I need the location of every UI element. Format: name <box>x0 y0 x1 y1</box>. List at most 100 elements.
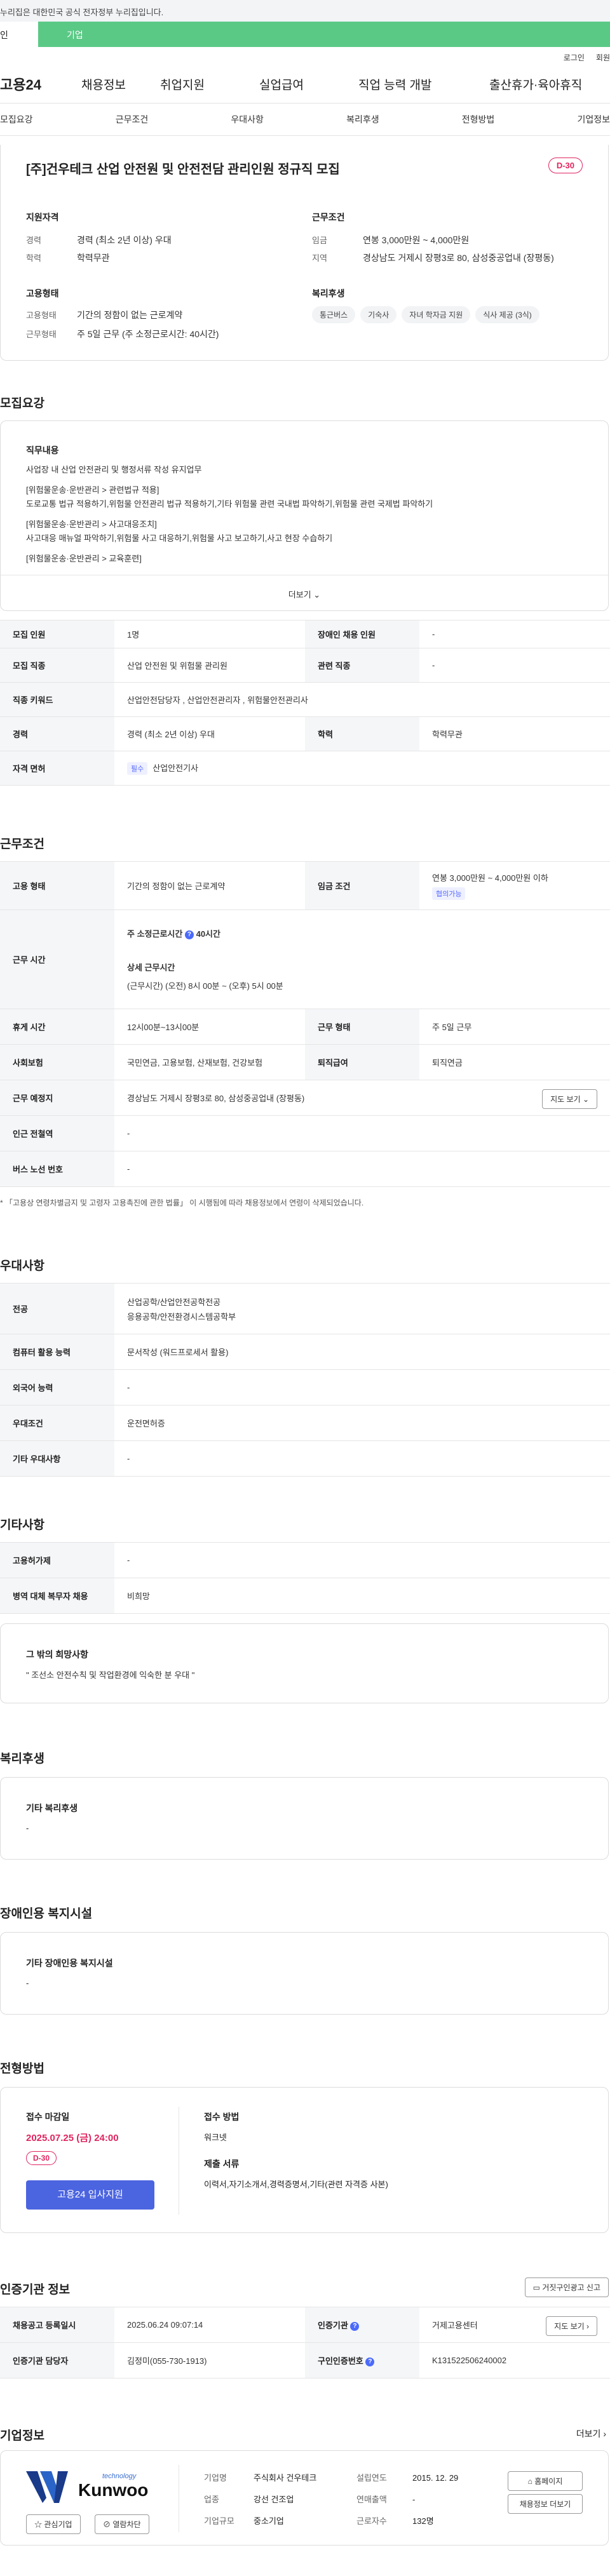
gnb-item-jobs[interactable]: 채용정보 <box>81 76 160 93</box>
tab-personal[interactable]: 인 <box>0 22 38 47</box>
company-info-col2: 설립연도 2015. 12. 29 연매출액 - 근로자수 132명 <box>356 2467 458 2532</box>
process-dday-badge: D-30 <box>26 2151 57 2165</box>
org-map-button[interactable]: 지도 보기 › <box>546 2316 597 2336</box>
global-nav: 고용24 채용정보 취업지원 실업급여 직업 능력 개발 출산휴가·육아휴직 <box>0 65 610 103</box>
login-link[interactable]: 로그인 <box>564 52 585 65</box>
block-view-button[interactable]: ⊘ 열람차단 <box>95 2514 149 2534</box>
table-cell: 산업안전담당자 , 산업안전관리자 , 위험물안전관리사 <box>114 682 610 717</box>
cert-section-title: 인증기관 정보 <box>0 2283 71 2297</box>
table-header: 퇴직급여 <box>305 1044 419 1080</box>
table-cell: 주 소정근로시간 ? 40시간 상세 근무시간 (근무시간) (오전) 8시 0… <box>114 909 610 1009</box>
desc-line: 사업장 내 산업 안전관리 및 행정서류 작성 유지업무 <box>26 465 202 474</box>
table-header: 직종 키워드 <box>0 682 114 717</box>
company-more-label: 더보기 <box>576 2429 601 2439</box>
chevron-right-icon: › <box>586 2322 589 2331</box>
report-button-label: 거짓구인광고 신고 <box>542 2283 600 2292</box>
table-cell: 2025.06.24 09:07:14 <box>114 2307 305 2343</box>
cond-label: 지역 <box>312 253 327 263</box>
table-header: 인증기관 담당자 <box>0 2342 114 2378</box>
info-value: 주식회사 건우테크 <box>254 2473 317 2483</box>
subnav-company[interactable]: 기업정보 <box>577 113 610 126</box>
desc-line: 도로교통 법규 적용하기,위험물 안전관리 법규 적용하기,기타 위험물 관련 … <box>26 499 433 509</box>
disabled-card: 기타 장애인용 복지시설 - <box>0 1932 609 2015</box>
emp-heading: 고용형태 <box>26 288 59 299</box>
table-cell: 퇴직연금 <box>419 1044 610 1080</box>
subnav-welfare[interactable]: 복리후생 <box>346 113 379 126</box>
more-toggle[interactable]: 더보기 ⌄ <box>1 575 608 610</box>
favorite-company-button[interactable]: ☆ 관심기업 <box>26 2514 81 2534</box>
site-logo[interactable]: 고용24 <box>0 74 81 94</box>
more-jobs-button[interactable]: 채용정보 더보기 <box>508 2494 583 2514</box>
report-fake-ad-button[interactable]: ▭ 거짓구인광고 신고 <box>524 2277 609 2297</box>
cert-table: 채용공고 등록일시 2025.06.24 09:07:14 인증기관 ? 거제고… <box>0 2307 610 2378</box>
section-subnav: 모집요강 근무조건 우대사항 복리후생 전형방법 기업정보 <box>0 103 610 136</box>
desc-line: [위험물운송·운반관리 > 관련법규 적용] <box>26 485 159 495</box>
table-header: 근무 시간 <box>0 909 114 1009</box>
required-tag: 필수 <box>127 762 148 775</box>
table-cell: 문서작성 (워드프로세서 활용) <box>114 1334 610 1370</box>
company-logo: technology Kunwoo <box>26 2467 153 2507</box>
table-header: 구인인증번호 ? <box>305 2342 419 2378</box>
table-cell: 국민연금, 고용보험, 산재보험, 건강보험 <box>114 1044 305 1080</box>
subnav-conditions[interactable]: 근무조건 <box>116 113 149 126</box>
table-header: 자격 면허 <box>0 751 114 786</box>
qual-value: 학력무관 <box>77 253 110 263</box>
job-title: [주]건우테크 산업 안전원 및 안전전담 관리인원 정규직 모집 <box>26 163 340 177</box>
map-button[interactable]: 지도 보기 ⌄ <box>542 1089 597 1109</box>
table-cell: 기간의 정함이 없는 근로계약 <box>114 861 305 910</box>
table-header: 컴퓨터 활용 능력 <box>0 1334 114 1370</box>
logo-text: Kunwoo <box>78 2480 149 2500</box>
table-cell: 거제고용센터 지도 보기 › <box>419 2307 610 2343</box>
org-map-label: 지도 보기 <box>554 2322 585 2331</box>
table-header: 모집 직종 <box>0 648 114 683</box>
job-description-heading: 직무내용 <box>26 445 59 455</box>
dday-badge: D-30 <box>548 158 583 173</box>
subnav-preference[interactable]: 우대사항 <box>231 113 264 126</box>
company-more-link[interactable]: 더보기 › <box>576 2427 606 2440</box>
gnb-item-unemployment[interactable]: 실업급여 <box>259 76 358 93</box>
table-cell: - <box>114 1115 610 1151</box>
table-cell: - <box>114 1542 610 1578</box>
subnav-process[interactable]: 전형방법 <box>462 113 495 126</box>
join-link[interactable]: 회원 <box>596 52 610 65</box>
gnb-item-employment-support[interactable]: 취업지원 <box>160 76 259 93</box>
welfare-card: 기타 복리후생 - <box>0 1777 609 1860</box>
table-header: 채용공고 등록일시 <box>0 2307 114 2343</box>
welfare-chip: 기숙사 <box>360 306 397 323</box>
other-request-card: 그 밖의 희망사항 " 조선소 안전수칙 및 작업환경에 익숙한 분 우대 " <box>0 1623 609 1703</box>
gnb-item-training[interactable]: 직업 능력 개발 <box>358 76 489 93</box>
desc-line: 사고대응 매뉴얼 파악하기,위험물 사고 대응하기,위험물 사고 보고하기,사고… <box>26 533 333 543</box>
cond-list: 임금 연봉 3,000만원 ~ 4,000만원 지역 경상남도 거제시 장평3로 8… <box>312 234 554 269</box>
help-icon[interactable]: ? <box>365 2357 375 2366</box>
license-value: 산업안전기사 <box>152 763 199 773</box>
info-label: 기업명 <box>204 2473 227 2483</box>
info-label: 기업규모 <box>204 2516 234 2526</box>
table-header: 인증기관 ? <box>305 2307 419 2343</box>
info-value: 중소기업 <box>254 2516 284 2526</box>
table-cell: 경상남도 거제시 장평3로 80, 삼성중공업내 (장평동) 지도 보기 ⌄ <box>114 1080 610 1116</box>
apply-button[interactable]: 고용24 입사지원 <box>26 2180 154 2210</box>
tab-company[interactable]: 기업 <box>38 22 610 47</box>
table-header: 고용허가제 <box>0 1542 114 1578</box>
company-card: technology Kunwoo ☆ 관심기업 ⊘ 열람차단 기업명 주식회사 … <box>0 2450 609 2546</box>
table-header: 임금 조건 <box>305 861 419 910</box>
work-table: 고용 형태 기간의 정함이 없는 근로계약 임금 조건 연봉 3,000만원 ~… <box>0 861 610 1187</box>
table-cell: - <box>419 648 610 683</box>
welfare-box-text: - <box>26 1823 29 1833</box>
table-cell: 학력무관 <box>419 716 610 751</box>
table-cell: 산업공학/산업안전공학전공 응용공학/안전환경시스템공학부 <box>114 1283 610 1334</box>
help-icon[interactable]: ? <box>350 2321 360 2331</box>
cond-value: 연봉 3,000만원 ~ 4,000만원 <box>363 235 470 245</box>
detail-hours-label: 상세 근무시간 <box>127 963 175 972</box>
deadline-label: 접수 마감일 <box>26 2112 70 2122</box>
gnb-item-parental-leave[interactable]: 출산휴가·육아휴직 <box>489 76 582 93</box>
welfare-chip: 식사 제공 (3식) <box>475 306 539 323</box>
pref-section-title: 우대사항 <box>0 1259 44 1273</box>
table-cell: 비희망 <box>114 1578 610 1614</box>
subnav-recruit[interactable]: 모집요강 <box>0 113 33 126</box>
homepage-button[interactable]: ⌂ 홈페이지 <box>508 2471 583 2491</box>
welfare-chip: 통근버스 <box>312 306 356 323</box>
homepage-label: 홈페이지 <box>534 2477 563 2486</box>
table-cell: - <box>114 1369 610 1405</box>
help-icon[interactable]: ? <box>184 930 194 939</box>
